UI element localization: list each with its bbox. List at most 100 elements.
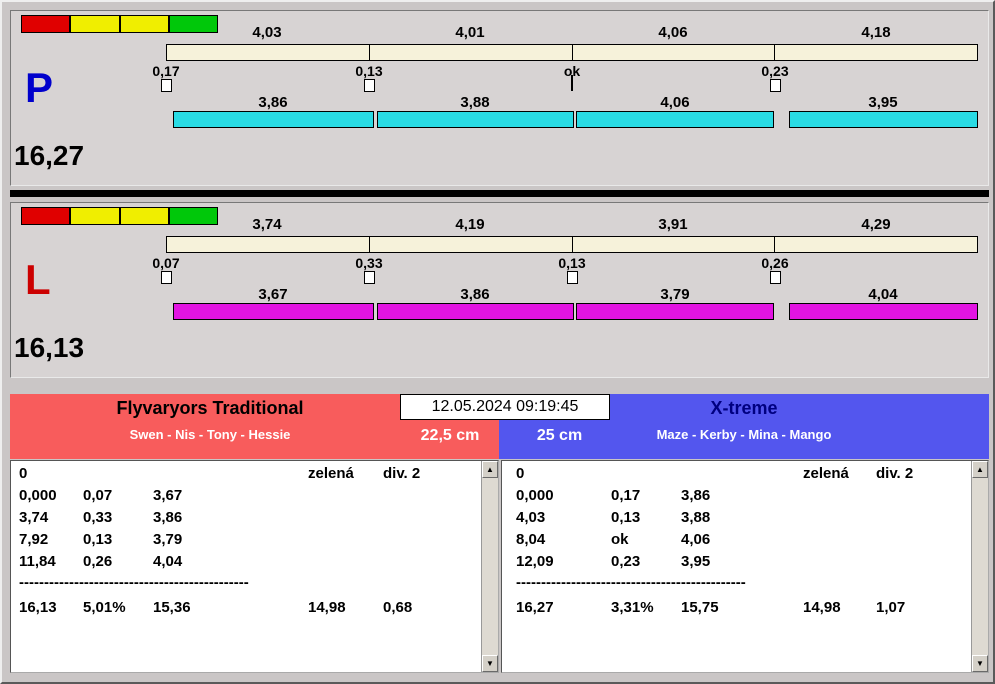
run-bar — [576, 303, 774, 320]
cell-best-time: 14,98 — [803, 599, 841, 616]
cell-empty — [876, 529, 971, 551]
cell-light: zelená — [803, 465, 849, 482]
cell-changeover: 0,07 — [83, 487, 113, 504]
cell-empty — [383, 485, 481, 507]
cell-start: 0 — [19, 465, 28, 482]
table-row: 7,92 0,13 3,79 — [11, 529, 481, 551]
cell-net-time: 15,36 — [153, 599, 191, 616]
datetime-display: 12.05.2024 09:19:45 — [400, 394, 610, 420]
cell-empty — [611, 463, 681, 485]
gauge-red-segment — [21, 15, 71, 33]
run-time-label: 3,67 — [258, 286, 288, 303]
cell-division: div. 2 — [383, 465, 421, 482]
changeover-time-label: 0,26 — [761, 255, 789, 271]
run-time-label: 4,04 — [868, 286, 898, 303]
scrollbar[interactable]: ▲ ▼ — [481, 461, 498, 672]
cell-run: 4,04 — [153, 553, 183, 570]
lane-divider — [10, 190, 989, 197]
changeover-marker — [364, 271, 375, 284]
cell-empty — [308, 507, 383, 529]
changeover-marker — [364, 79, 375, 92]
scroll-down-button[interactable]: ▼ — [482, 655, 498, 672]
lane-p-letter: P — [25, 64, 54, 111]
cell-cumulative: 7,92 — [19, 531, 49, 548]
segment-timeline-bar — [166, 236, 978, 253]
scrollbar[interactable]: ▲ ▼ — [971, 461, 988, 672]
changeover-time-label: 0,33 — [355, 255, 383, 271]
cell-empty — [383, 529, 481, 551]
gauge-yellow-segment — [70, 207, 120, 225]
table-divider-line: ----------------------------------------… — [19, 574, 249, 591]
changeover-marker — [770, 79, 781, 92]
cell-start: 0 — [516, 465, 525, 482]
cell-loss-percent: 5,01% — [83, 599, 126, 616]
ok-tick-marker — [571, 75, 573, 91]
changeover-marker — [770, 271, 781, 284]
scrollbar-track[interactable] — [972, 478, 988, 655]
arrow-down-icon: ▼ — [976, 659, 984, 668]
table-divider-line: ----------------------------------------… — [516, 574, 746, 591]
lane-l-total-time: 16,13 — [14, 332, 85, 363]
cell-cumulative: 11,84 — [19, 553, 56, 570]
changeover-time-label: 0,07 — [152, 255, 180, 271]
run-bar — [173, 303, 374, 320]
cell-changeover: 0,23 — [611, 553, 641, 570]
table-body: 0 zelená div. 2 0,000 0,17 3,86 4,03 0,1… — [502, 463, 971, 672]
scroll-down-button[interactable]: ▼ — [972, 655, 988, 672]
gauge-red-segment — [21, 207, 71, 225]
segment-time-label: 4,19 — [455, 216, 485, 233]
cell-empty — [876, 551, 971, 573]
cell-net-time: 15,75 — [681, 599, 719, 616]
changeover-time-label: 0,13 — [558, 255, 586, 271]
cell-changeover: 0,26 — [83, 553, 113, 570]
lane-l-letter: L — [25, 256, 51, 303]
scroll-up-button[interactable]: ▲ — [482, 461, 498, 478]
flyball-timing-window: P 4,03 4,01 4,06 4,18 0,17 0,13 ok 0,23 … — [0, 0, 995, 684]
cell-cumulative: 4,03 — [516, 509, 546, 526]
scroll-up-button[interactable]: ▲ — [972, 461, 988, 478]
cell-loss-percent: 3,31% — [611, 599, 654, 616]
run-time-label: 3,86 — [258, 94, 288, 111]
left-team-members: Swen - Nis - Tony - Hessie — [129, 427, 291, 442]
signal-light-gauge — [21, 207, 218, 225]
cell-empty — [83, 463, 153, 485]
run-bar — [789, 303, 978, 320]
segment-cell — [775, 45, 977, 60]
table-row: 0,000 0,17 3,86 — [502, 485, 971, 507]
segment-cell — [370, 237, 573, 252]
segment-cell — [775, 237, 977, 252]
cell-total-time: 16,27 — [516, 599, 554, 616]
segment-cell — [370, 45, 573, 60]
signal-light-gauge — [21, 15, 218, 33]
cell-division: div. 2 — [876, 465, 914, 482]
cell-run: 3,67 — [153, 487, 183, 504]
changeover-marker — [161, 79, 172, 92]
cell-changeover: ok — [611, 531, 629, 548]
run-bar — [377, 111, 574, 128]
cell-empty — [308, 551, 383, 573]
cell-empty — [153, 463, 308, 485]
run-time-label: 3,79 — [660, 286, 690, 303]
cell-changeover: 0,33 — [83, 509, 113, 526]
changeover-time-label: 0,13 — [355, 63, 383, 79]
table-summary-row: 16,27 3,31% 15,75 14,98 1,07 — [502, 597, 971, 619]
segment-cell — [167, 237, 370, 252]
run-time-label: 3,86 — [460, 286, 490, 303]
lane-p-panel: P 4,03 4,01 4,06 4,18 0,17 0,13 ok 0,23 … — [10, 10, 989, 186]
arrow-up-icon: ▲ — [976, 465, 984, 474]
cell-cumulative: 8,04 — [516, 531, 546, 548]
scrollbar-track[interactable] — [482, 478, 498, 655]
changeover-time-label: 0,23 — [761, 63, 789, 79]
run-bar — [173, 111, 374, 128]
cell-empty — [308, 529, 383, 551]
segment-time-label: 4,03 — [252, 24, 282, 41]
table-row: 4,03 0,13 3,88 — [502, 507, 971, 529]
cell-changeover: 0,13 — [611, 509, 641, 526]
segment-time-label: 3,74 — [252, 216, 282, 233]
arrow-down-icon: ▼ — [486, 659, 494, 668]
table-row: 8,04 ok 4,06 — [502, 529, 971, 551]
cell-empty — [681, 463, 803, 485]
cell-empty — [876, 507, 971, 529]
gauge-green-segment — [168, 15, 218, 33]
changeover-marker — [567, 271, 578, 284]
